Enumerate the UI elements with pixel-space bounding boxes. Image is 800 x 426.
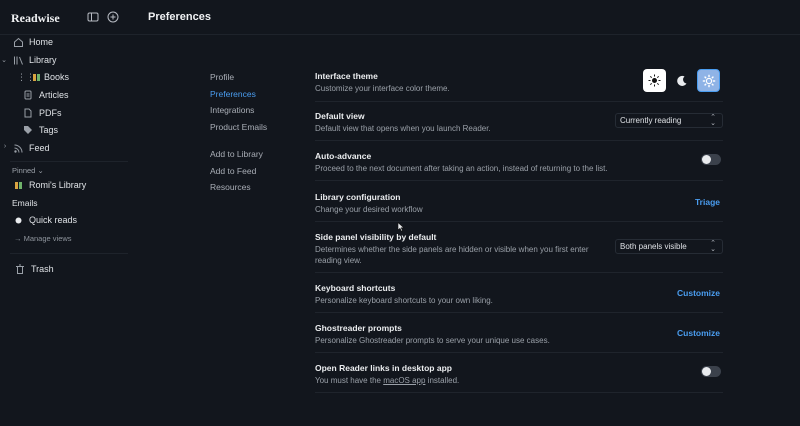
page-title: Preferences [148, 11, 211, 23]
manage-views-link[interactable]: → Manage views [14, 234, 72, 243]
home-icon [12, 36, 24, 48]
side-panel-visibility-select[interactable]: Both panels visible ⌃ ⌄ [615, 239, 723, 254]
chevron-right-icon[interactable]: › [1, 143, 9, 150]
article-icon [22, 89, 34, 101]
pdf-icon [22, 107, 34, 119]
sidebar-item-label: Romi's Library [29, 180, 87, 190]
subnav-add-to-library[interactable]: Add to Library [210, 149, 263, 159]
tag-icon [22, 124, 34, 136]
setting-title: Auto-advance [315, 151, 372, 161]
dot-icon [14, 214, 23, 226]
books-icon [32, 71, 41, 83]
sidebar-item-trash[interactable]: Trash [14, 261, 54, 277]
sidebar-item-label: Library [29, 55, 57, 65]
keyboard-shortcuts-customize-link[interactable]: Customize [677, 288, 720, 298]
sidebar-item-label: Quick reads [29, 215, 78, 225]
add-icon[interactable] [107, 11, 119, 23]
chevron-updown-icon: ⌃ ⌄ [710, 114, 716, 127]
setting-interface-theme: Interface theme Customize your interface… [315, 69, 723, 102]
gear-icon [702, 74, 715, 87]
sidebar-item-label: Books [44, 72, 70, 82]
setting-auto-advance: Auto-advance Proceed to the next documen… [315, 151, 723, 181]
setting-open-links-desktop: Open Reader links in desktop app You mus… [315, 363, 723, 393]
top-bar: Readwise Preferences [0, 0, 800, 35]
subnav-add-to-feed[interactable]: Add to Feed [210, 166, 256, 176]
macos-app-link[interactable]: macOS app [383, 376, 425, 385]
sidebar-item-feed[interactable]: Feed [12, 140, 50, 156]
setting-description: Default view that opens when you launch … [315, 124, 491, 133]
sidebar-item-label: Articles [39, 90, 69, 100]
divider [10, 161, 128, 162]
books-icon [14, 179, 23, 191]
setting-description: Determines whether the side panels are h… [315, 245, 589, 265]
library-icon [12, 54, 24, 66]
setting-title: Ghostreader prompts [315, 323, 402, 333]
sidebar-item-pdfs[interactable]: PDFs [22, 105, 62, 121]
setting-title: Interface theme [315, 71, 378, 81]
setting-title: Keyboard shortcuts [315, 283, 396, 293]
setting-title: Side panel visibility by default [315, 232, 437, 242]
sun-icon [648, 74, 661, 87]
divider [10, 253, 128, 254]
sidebar-item-tags[interactable]: Tags [22, 122, 58, 138]
dots-icon: ⋮⋮ [17, 71, 35, 82]
sidebar: Home ⌄ Library ⋮⋮ Books Articles PDFs Ta… [0, 35, 135, 426]
sidebar-item-label: Home [29, 37, 54, 47]
setting-library-configuration: Library configuration Change your desire… [315, 192, 723, 222]
sidebar-item-label: Tags [39, 125, 59, 135]
setting-description: You must have the macOS app installed. [315, 376, 460, 385]
setting-title: Default view [315, 111, 365, 121]
subnav-resources[interactable]: Resources [210, 182, 251, 192]
theme-system-button[interactable] [697, 69, 720, 92]
subnav-preferences[interactable]: Preferences [210, 89, 256, 99]
open-in-desktop-toggle[interactable] [701, 366, 721, 377]
setting-description: Change your desired workflow [315, 205, 423, 214]
setting-description: Personalize keyboard shortcuts to your o… [315, 296, 493, 305]
trash-icon [14, 263, 26, 275]
theme-light-button[interactable] [643, 69, 666, 92]
sidebar-item-library[interactable]: Library [12, 52, 57, 68]
sidebar-item-label: Feed [29, 143, 50, 153]
chevron-updown-icon: ⌃ ⌄ [710, 240, 716, 253]
emails-section-label[interactable]: Emails [12, 198, 38, 208]
setting-description: Proceed to the next document after takin… [315, 164, 608, 173]
pinned-section-label[interactable]: Pinned ⌄ [12, 166, 44, 175]
setting-side-panel-visibility: Side panel visibility by default Determi… [315, 232, 723, 273]
sidebar-item-romis-library[interactable]: Romi's Library [14, 177, 86, 193]
chevron-down-icon[interactable]: ⌄ [0, 56, 8, 64]
setting-title: Open Reader links in desktop app [315, 363, 452, 373]
auto-advance-toggle[interactable] [701, 154, 721, 165]
setting-ghostreader-prompts: Ghostreader prompts Personalize Ghostrea… [315, 323, 723, 353]
setting-description: Customize your interface color theme. [315, 84, 450, 93]
toggle-sidebar-icon[interactable] [87, 11, 99, 23]
sidebar-item-quick-reads[interactable]: Quick reads [14, 212, 77, 228]
chevron-down-icon: ⌄ [37, 166, 44, 175]
triage-link[interactable]: Triage [695, 197, 720, 207]
setting-title: Library configuration [315, 192, 401, 202]
default-view-select[interactable]: Currently reading ⌃ ⌄ [615, 113, 723, 128]
brand-logo: Readwise [11, 11, 60, 25]
mouse-cursor-icon [397, 222, 405, 232]
theme-dark-button[interactable] [670, 69, 693, 92]
subnav-profile[interactable]: Profile [210, 72, 234, 82]
sidebar-item-home[interactable]: Home [12, 34, 53, 50]
sidebar-item-articles[interactable]: Articles [22, 87, 69, 103]
sidebar-item-label: Trash [31, 264, 54, 274]
setting-default-view: Default view Default view that opens whe… [315, 111, 723, 141]
rss-icon [12, 142, 24, 154]
sidebar-item-label: PDFs [39, 108, 62, 118]
subnav-product-emails[interactable]: Product Emails [210, 122, 267, 132]
subnav-integrations[interactable]: Integrations [210, 105, 254, 115]
arrow-right-icon: → [14, 234, 22, 243]
setting-keyboard-shortcuts: Keyboard shortcuts Personalize keyboard … [315, 283, 723, 313]
setting-description: Personalize Ghostreader prompts to serve… [315, 336, 550, 345]
moon-icon [676, 75, 686, 86]
sidebar-item-books[interactable]: ⋮⋮ Books [17, 69, 70, 85]
ghostreader-customize-link[interactable]: Customize [677, 328, 720, 338]
